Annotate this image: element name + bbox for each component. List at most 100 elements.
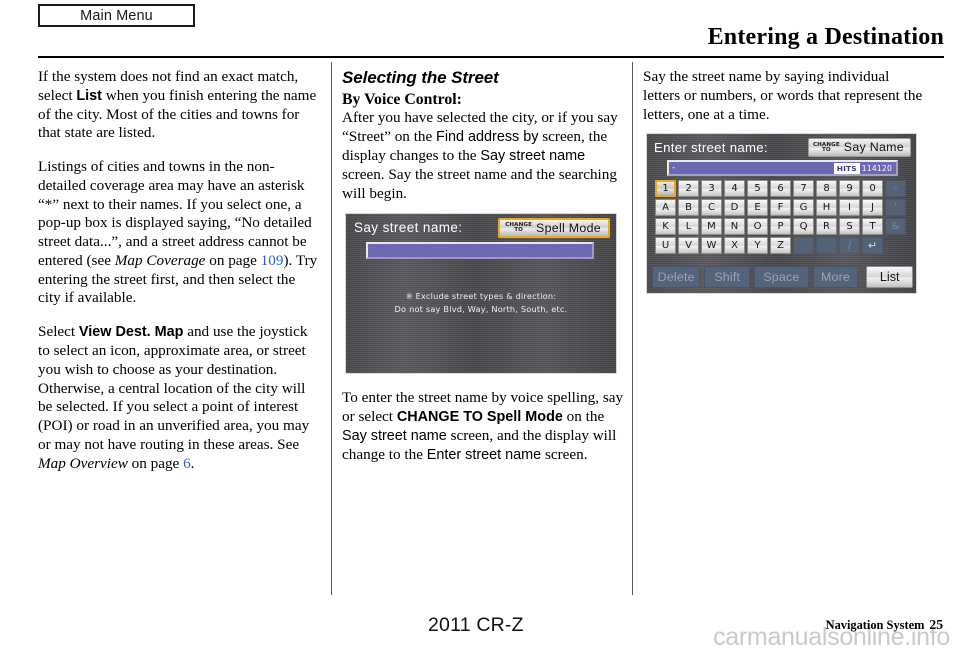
keyboard-key-3[interactable]: 3 — [701, 180, 722, 198]
list-key[interactable]: List — [866, 266, 913, 289]
p3-text-a: Select — [38, 323, 79, 341]
keyboard-key-n[interactable]: N — [724, 218, 745, 236]
hits-count: 114120 — [861, 163, 892, 173]
keyboard-key-e[interactable]: E — [747, 199, 768, 217]
keyboard-key-1[interactable]: 1 — [655, 180, 676, 198]
enter-street-name-title: Enter street name: — [654, 140, 768, 156]
enter-key[interactable]: ↵ — [862, 237, 883, 255]
keyboard-key-l[interactable]: L — [678, 218, 699, 236]
say-street-name-title: Say street name: — [354, 220, 463, 236]
keyboard-key-u[interactable]: U — [655, 237, 676, 255]
page-link-109[interactable]: 109 — [261, 252, 284, 269]
keyboard-key-i[interactable]: I — [839, 199, 860, 217]
keyboard-key-z[interactable]: Z — [770, 237, 791, 255]
paragraph-non-detailed-coverage: Listings of cities and towns in the non-… — [38, 158, 321, 308]
change-to-line2-b: TO — [821, 146, 831, 153]
change-to-label-2: CHANGE TO — [813, 142, 840, 153]
keyboard-key-p[interactable]: P — [770, 218, 791, 236]
keyboard-key-9[interactable]: 9 — [839, 180, 860, 198]
paragraph-view-dest-map: Select View Dest. Map and use the joysti… — [38, 323, 321, 473]
enter-street-name-input-field[interactable]: - HITS 114120 — [667, 160, 898, 177]
change-to-line2: TO — [514, 227, 523, 234]
p3-text-c: and use the joystick to select an icon, … — [38, 323, 310, 453]
keyboard-key-v[interactable]: V — [678, 237, 699, 255]
section-heading-selecting-the-street: Selecting the Street — [342, 68, 499, 87]
on-screen-keyboard[interactable]: 1 2 3 4 5 6 7 8 9 0– A B C D E F G H I J ' K L M N O P Q R S T & U V W X Y Z /… — [655, 180, 910, 256]
p3-text-d: on page — [127, 454, 184, 472]
hint-line-2: Do not say Blvd, Way, North, South, etc. — [394, 303, 568, 314]
keyboard-key-c[interactable]: C — [701, 199, 722, 217]
footer-document-info: Navigation System 25 — [826, 617, 943, 633]
keyboard-key-blank — [793, 237, 814, 255]
shift-key[interactable]: Shift — [704, 266, 751, 289]
keyboard-key-b[interactable]: B — [678, 199, 699, 217]
space-key[interactable]: Space — [754, 266, 809, 289]
say-street-name-input-field[interactable] — [366, 242, 594, 260]
keyboard-key-4[interactable]: 4 — [724, 180, 745, 198]
footer-doc-name: Navigation System — [825, 618, 925, 632]
main-menu-tab-label: Main Menu — [80, 7, 153, 24]
text-column-3: Say the street name by saying individual… — [643, 68, 926, 295]
keyboard-key-5[interactable]: 5 — [747, 180, 768, 198]
keyboard-key-j[interactable]: J — [862, 199, 883, 217]
change-to-spell-mode-button[interactable]: CHANGE TO Spell Mode — [498, 218, 610, 239]
keyboard-row: U V W X Y Z / ↵ — [655, 237, 910, 255]
keyboard-key-0[interactable]: 0 — [862, 180, 883, 198]
text-column-1: If the system does not find an exact mat… — [38, 68, 321, 488]
c2-p1-text-e: screen. Say the street name and the sear… — [342, 165, 617, 202]
keyboard-key-/[interactable]: / — [839, 237, 860, 255]
keyboard-key-r[interactable]: R — [816, 218, 837, 236]
say-street-name-screen-reference: Say street name — [480, 148, 586, 165]
keyboard-key-f[interactable]: F — [770, 199, 791, 217]
keyboard-key-s[interactable]: S — [839, 218, 860, 236]
delete-key[interactable]: Delete — [652, 266, 701, 289]
keyboard-key-q[interactable]: Q — [793, 218, 814, 236]
keyboard-key-w[interactable]: W — [701, 237, 722, 255]
keyboard-key-y[interactable]: Y — [747, 237, 768, 255]
keyboard-key-&[interactable]: & — [885, 218, 906, 236]
keyboard-key-7[interactable]: 7 — [793, 180, 814, 198]
keyboard-key-8[interactable]: 8 — [816, 180, 837, 198]
keyboard-key-m[interactable]: M — [701, 218, 722, 236]
keyboard-row: K L M N O P Q R S T & — [655, 218, 910, 236]
keyboard-row: A B C D E F G H I J ' — [655, 199, 910, 217]
spell-mode-label: Spell Mode — [536, 220, 601, 235]
paragraph-exact-match: If the system does not find an exact mat… — [38, 68, 321, 143]
keyboard-key-t[interactable]: T — [862, 218, 883, 236]
keyboard-key-d[interactable]: D — [724, 199, 745, 217]
paragraph-say-street-name-letters: Say the street name by saying individual… — [643, 68, 923, 123]
find-address-by-screen-reference: Find address by — [436, 129, 539, 146]
subheading-by-voice-control: By Voice Control: — [342, 90, 462, 108]
say-street-name-hint-text: ※ Exclude street types & direction: Do n… — [346, 290, 616, 315]
say-street-name-reference-2: Say street name — [342, 427, 447, 444]
keyboard-key-a[interactable]: A — [655, 199, 676, 217]
keyboard-key-g[interactable]: G — [793, 199, 814, 217]
hits-indicator: HITS 114120 — [833, 162, 895, 174]
hint-line-1: ※ Exclude street types & direction: — [405, 291, 557, 302]
text-column-2: Selecting the Street By Voice Control: A… — [342, 68, 625, 479]
change-to-spell-mode-reference: CHANGE TO Spell Mode — [396, 409, 563, 426]
main-menu-tab[interactable]: Main Menu — [38, 4, 195, 27]
c2-p2-text-g: screen. — [541, 445, 588, 463]
more-key[interactable]: More — [812, 266, 859, 289]
hits-label: HITS — [833, 162, 860, 174]
list-button-reference: List — [76, 87, 102, 104]
keyboard-key-h[interactable]: H — [816, 199, 837, 217]
keyboard-key-'[interactable]: ' — [885, 199, 906, 217]
keyboard-key-blank — [816, 237, 837, 255]
footer-model-name: 2011 CR-Z — [428, 614, 524, 636]
column-divider-1 — [331, 62, 332, 595]
page-link-6[interactable]: 6 — [183, 455, 191, 472]
keyboard-key-6[interactable]: 6 — [770, 180, 791, 198]
enter-street-name-screenshot: Enter street name: CHANGE TO Say Name - … — [646, 133, 917, 295]
footer-page-number: 25 — [929, 617, 943, 632]
keyboard-function-row[interactable]: Delete Shift Space More List — [652, 266, 913, 289]
keyboard-key-2[interactable]: 2 — [678, 180, 699, 198]
keyboard-key-o[interactable]: O — [747, 218, 768, 236]
keyboard-key-k[interactable]: K — [655, 218, 676, 236]
paragraph-voice-control-intro: After you have selected the city, or if … — [342, 109, 625, 203]
keyboard-key-x[interactable]: X — [724, 237, 745, 255]
change-to-say-name-button[interactable]: CHANGE TO Say Name — [807, 138, 911, 158]
keyboard-key-–[interactable]: – — [885, 180, 906, 198]
paragraph-spell-mode-instructions: To enter the street name by voice spelli… — [342, 389, 625, 464]
